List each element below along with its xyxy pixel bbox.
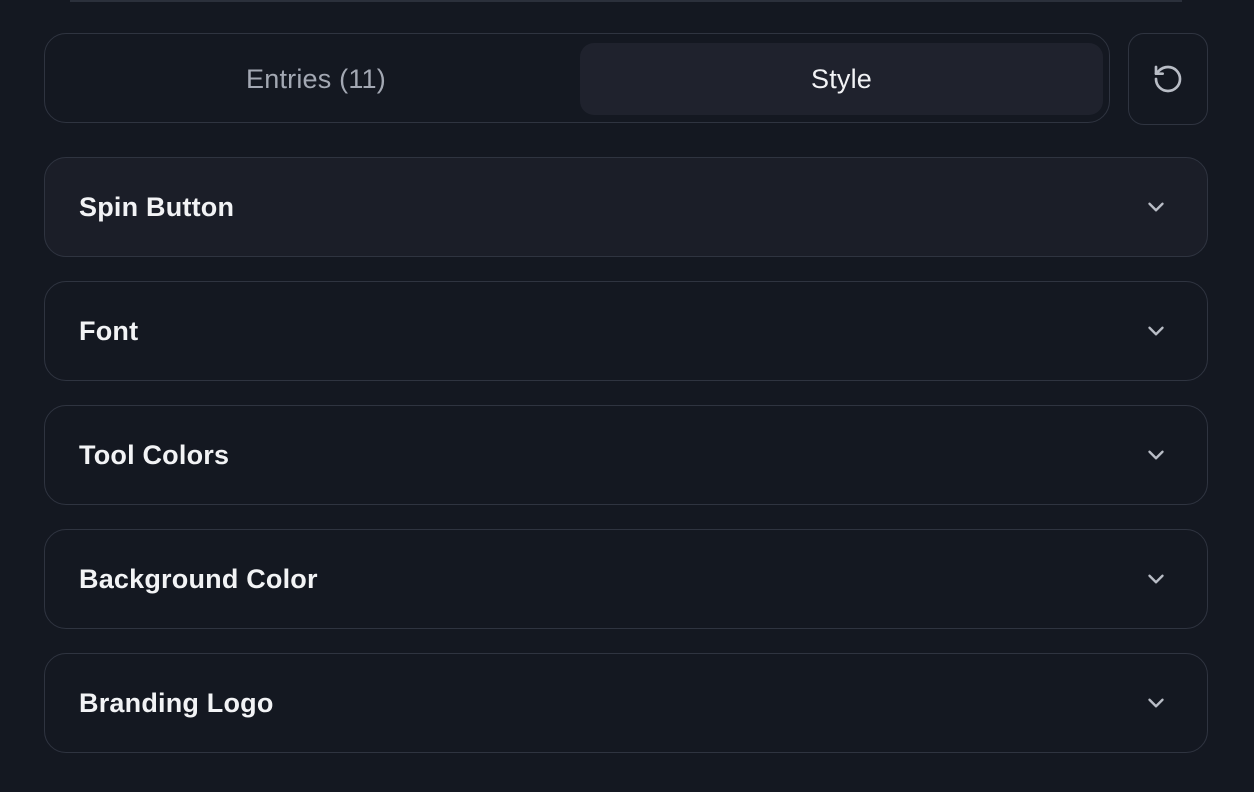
section-background-color[interactable]: Background Color bbox=[44, 529, 1208, 629]
tab-group: Entries (11) Style bbox=[44, 33, 1110, 123]
top-divider bbox=[70, 0, 1182, 2]
section-title: Font bbox=[79, 315, 139, 346]
tab-style[interactable]: Style bbox=[580, 43, 1103, 115]
chevron-down-icon bbox=[1148, 698, 1164, 708]
tab-entries[interactable]: Entries (11) bbox=[53, 43, 579, 115]
chevron-down-icon bbox=[1148, 326, 1164, 336]
reset-button[interactable] bbox=[1128, 33, 1208, 125]
section-title: Tool Colors bbox=[79, 439, 230, 470]
chevron-down-icon bbox=[1148, 450, 1164, 460]
chevron-down-icon bbox=[1148, 202, 1164, 212]
section-title: Spin Button bbox=[79, 191, 235, 222]
chevron-down-icon bbox=[1148, 574, 1164, 584]
style-panel: Entries (11) Style Spin Button Font Tool… bbox=[0, 0, 1254, 792]
section-tool-colors[interactable]: Tool Colors bbox=[44, 405, 1208, 505]
section-spin-button[interactable]: Spin Button bbox=[44, 157, 1208, 257]
tabs-row: Entries (11) Style bbox=[44, 33, 1208, 125]
section-title: Branding Logo bbox=[79, 687, 274, 718]
section-title: Background Color bbox=[79, 563, 318, 594]
rotate-ccw-icon bbox=[1154, 65, 1182, 93]
section-branding-logo[interactable]: Branding Logo bbox=[44, 653, 1208, 753]
section-font[interactable]: Font bbox=[44, 281, 1208, 381]
